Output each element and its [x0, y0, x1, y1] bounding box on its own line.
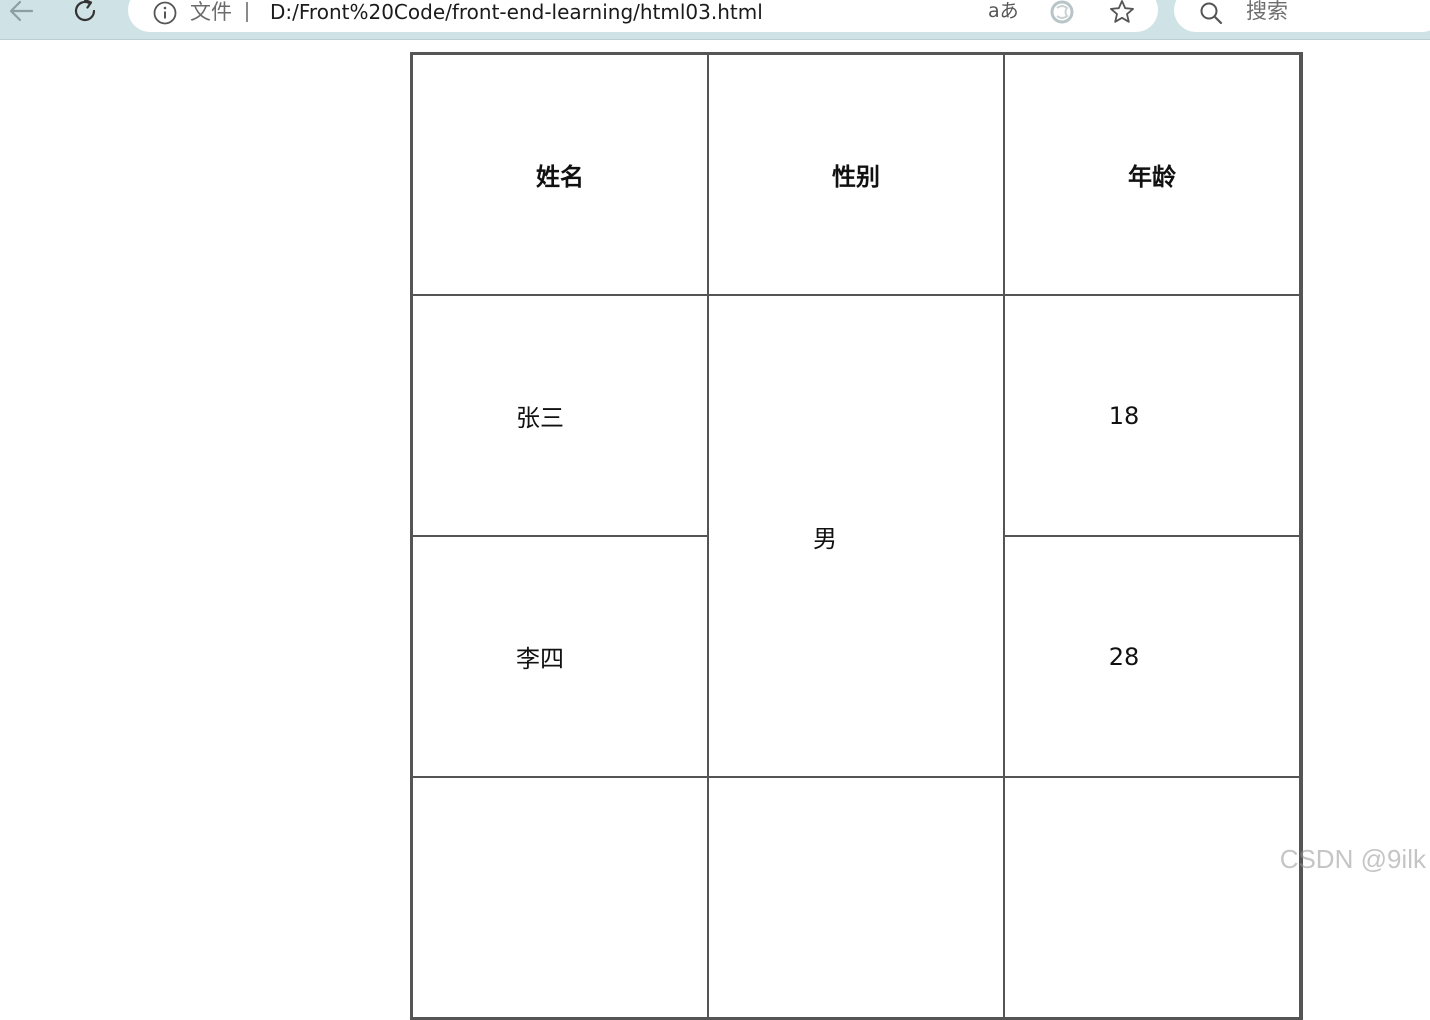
table-header-row: 姓名 性别 年龄	[412, 54, 1300, 295]
data-table: 姓名 性别 年龄 张三 男 18 李四 28	[410, 52, 1303, 1020]
cell-empty	[1004, 777, 1300, 1018]
header-age: 年龄	[1004, 54, 1300, 295]
cell-empty	[708, 777, 1004, 1018]
cell-age: 28	[1004, 536, 1300, 777]
search-placeholder: 搜索	[1246, 0, 1288, 23]
back-arrow-icon[interactable]	[6, 0, 36, 25]
cell-age: 18	[1004, 295, 1300, 536]
watermark: CSDN @9ilk	[1279, 844, 1426, 874]
info-icon[interactable]	[152, 0, 178, 26]
address-bar[interactable]: 文件 D:/Front%20Code/front-end-learning/ht…	[128, 0, 1158, 32]
favorite-star-icon[interactable]	[1108, 0, 1136, 26]
cell-name: 李四	[412, 536, 708, 777]
address-separator	[246, 2, 248, 22]
table-row-empty	[412, 777, 1300, 1018]
read-aloud-icon[interactable]: aあ	[988, 0, 1019, 23]
cell-empty	[412, 777, 708, 1018]
search-icon	[1200, 2, 1223, 25]
table-row: 张三 男 18	[412, 295, 1300, 777]
reload-icon[interactable]	[70, 0, 100, 26]
browser-toolbar: 文件 D:/Front%20Code/front-end-learning/ht…	[0, 0, 1430, 40]
cell-name: 张三	[412, 295, 708, 536]
url-text[interactable]: D:/Front%20Code/front-end-learning/html0…	[270, 0, 763, 24]
extension-icon[interactable]	[1048, 0, 1076, 26]
header-name: 姓名	[412, 54, 708, 295]
scheme-label: 文件	[190, 0, 232, 24]
header-gender: 性别	[708, 54, 1004, 295]
search-box[interactable]: 搜索	[1174, 0, 1430, 32]
cell-gender: 男	[708, 295, 1004, 777]
